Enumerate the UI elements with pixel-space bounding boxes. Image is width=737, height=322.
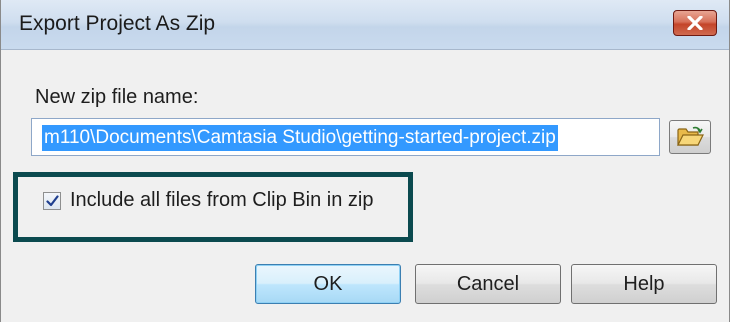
folder-open-icon — [677, 126, 704, 146]
checkmark-icon — [45, 195, 59, 207]
dialog-title: Export Project As Zip — [19, 12, 216, 35]
zip-file-name-value: m110\Documents\Camtasia Studio\getting-s… — [42, 125, 558, 151]
ok-button[interactable]: OK — [255, 264, 401, 304]
export-project-dialog: Export Project As Zip New zip file name:… — [0, 0, 730, 322]
include-clip-bin-checkbox[interactable] — [43, 192, 61, 210]
file-name-label: New zip file name: — [35, 86, 199, 108]
include-files-highlight: Include all files from Clip Bin in zip — [13, 172, 413, 242]
include-clip-bin-label[interactable]: Include all files from Clip Bin in zip — [70, 189, 373, 212]
cancel-button[interactable]: Cancel — [415, 264, 561, 304]
dialog-titlebar: Export Project As Zip — [1, 0, 729, 50]
close-button[interactable] — [673, 10, 717, 36]
zip-file-name-input[interactable]: m110\Documents\Camtasia Studio\getting-s… — [31, 118, 660, 156]
browse-button[interactable] — [669, 120, 711, 154]
help-button[interactable]: Help — [571, 264, 717, 304]
close-icon — [687, 16, 703, 30]
